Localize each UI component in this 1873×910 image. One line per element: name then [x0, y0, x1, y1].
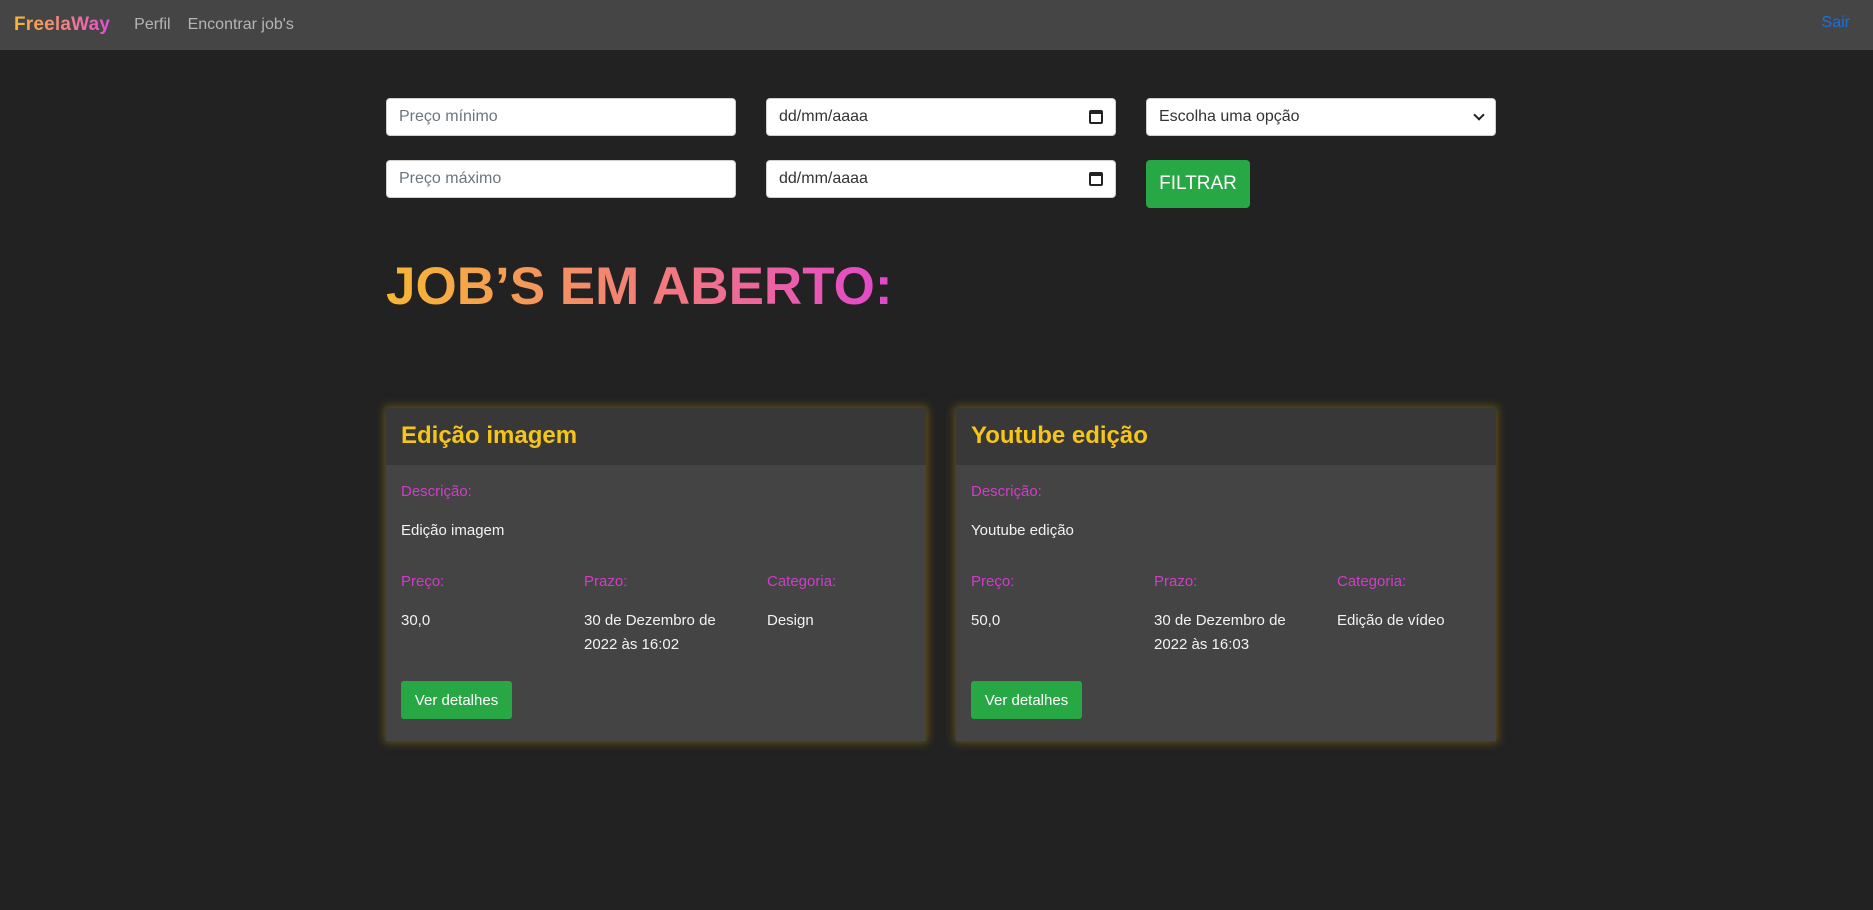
job-title: Youtube edição	[971, 422, 1148, 449]
deadline-label: Prazo:	[584, 573, 628, 590]
category-select[interactable]: Escolha uma opção	[1146, 98, 1496, 136]
job-deadline-line1: 30 de Dezembro de	[1154, 612, 1286, 629]
job-description: Edição imagem	[401, 522, 505, 539]
job-card: Youtube edição Descrição: Youtube edição…	[956, 408, 1496, 741]
price-label: Preço:	[971, 573, 1015, 590]
view-details-button[interactable]: Ver detalhes	[401, 681, 512, 719]
job-title: Edição imagem	[401, 422, 578, 449]
category-label: Categoria:	[1337, 573, 1407, 590]
start-date-placeholder: dd/mm/aaaa	[779, 108, 868, 125]
job-card-header: Youtube edição	[956, 408, 1496, 465]
job-card-header: Edição imagem	[386, 408, 926, 465]
logout-link[interactable]: Sair	[1822, 14, 1850, 32]
filter-button[interactable]: FILTRAR	[1146, 160, 1250, 208]
nav-link-perfil[interactable]: Perfil	[134, 16, 170, 34]
price-label: Preço:	[401, 573, 445, 590]
navbar: FreelaWay Perfil Encontrar job's Sair	[0, 0, 1873, 50]
job-description: Youtube edição	[971, 522, 1074, 539]
job-category: Design	[767, 612, 814, 629]
calendar-icon[interactable]	[1089, 172, 1103, 186]
job-card: Edição imagem Descrição: Edição imagem P…	[386, 408, 926, 741]
nav-link-find-jobs[interactable]: Encontrar job's	[188, 16, 294, 34]
chevron-down-icon	[1473, 108, 1485, 121]
job-deadline-line2: 2022 às 16:02	[584, 636, 680, 653]
category-label: Categoria:	[767, 573, 837, 590]
job-price: 30,0	[401, 612, 431, 629]
min-price-input[interactable]: Preço mínimo	[386, 98, 736, 136]
start-date-input[interactable]: dd/mm/aaaa	[766, 98, 1116, 136]
job-category: Edição de vídeo	[1337, 612, 1445, 629]
description-label: Descrição:	[971, 483, 1042, 500]
min-price-placeholder: Preço mínimo	[399, 108, 498, 125]
end-date-placeholder: dd/mm/aaaa	[779, 170, 868, 187]
job-deadline-line1: 30 de Dezembro de	[584, 612, 716, 629]
calendar-icon[interactable]	[1089, 110, 1103, 124]
job-deadline-line2: 2022 às 16:03	[1154, 636, 1250, 653]
end-date-input[interactable]: dd/mm/aaaa	[766, 160, 1116, 198]
page-title: JOB’S EM ABERTO:	[386, 257, 893, 316]
max-price-placeholder: Preço máximo	[399, 170, 502, 187]
max-price-input[interactable]: Preço máximo	[386, 160, 736, 198]
description-label: Descrição:	[401, 483, 472, 500]
brand-logo[interactable]: FreelaWay	[14, 14, 110, 36]
job-price: 50,0	[971, 612, 1001, 629]
view-details-button[interactable]: Ver detalhes	[971, 681, 1082, 719]
category-select-value: Escolha uma opção	[1159, 108, 1300, 125]
deadline-label: Prazo:	[1154, 573, 1198, 590]
